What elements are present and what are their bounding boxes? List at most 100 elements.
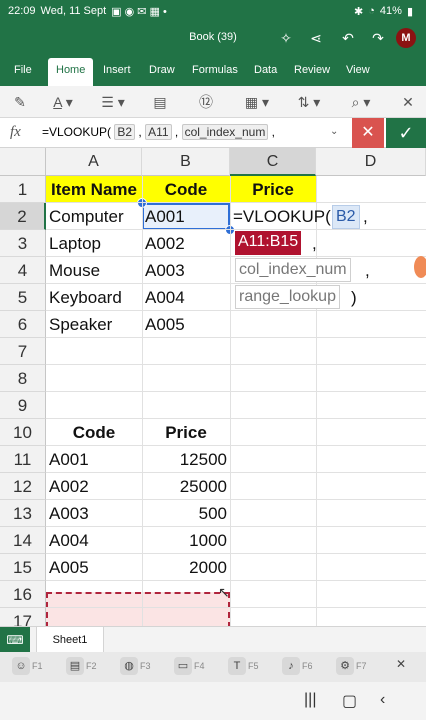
cell-a14[interactable]: A004 <box>46 527 92 554</box>
tab-view[interactable]: View <box>346 64 370 76</box>
row-header[interactable]: 11 <box>0 446 46 473</box>
cell-c1[interactable]: Price <box>230 176 316 203</box>
fkey-f7[interactable]: ⚙ F7 <box>336 657 367 675</box>
cell-a5[interactable]: Keyboard <box>46 284 125 311</box>
cell-a2[interactable]: Computer <box>46 203 127 230</box>
confirm-button[interactable]: ✓ <box>386 118 426 148</box>
align-icon[interactable]: ☰ ▾ <box>96 93 130 111</box>
cell-a3[interactable]: Laptop <box>46 230 104 257</box>
row-header[interactable]: 1 <box>0 176 46 203</box>
row-header[interactable]: 3 <box>0 230 46 257</box>
row-gridline <box>46 553 426 554</box>
sort-filter-icon[interactable]: ⇅ ▾ <box>292 93 326 111</box>
select-all-corner[interactable] <box>0 148 46 176</box>
formula-close-paren: ) <box>351 288 357 307</box>
tab-data[interactable]: Data <box>254 64 277 76</box>
row-header[interactable]: 15 <box>0 554 46 581</box>
find-icon[interactable]: ⌕ ▾ <box>344 93 378 111</box>
cell-b3[interactable]: A002 <box>142 230 188 257</box>
cell-b14[interactable]: 1000 <box>142 527 230 554</box>
row-gridline <box>46 580 426 581</box>
cell-a6[interactable]: Speaker <box>46 311 115 338</box>
row-header[interactable]: 5 <box>0 284 46 311</box>
fkey-f4[interactable]: ▭ F4 <box>174 657 205 675</box>
cell-a1[interactable]: Item Name <box>46 176 142 203</box>
cell-b15[interactable]: 2000 <box>142 554 230 581</box>
tab-home[interactable]: Home <box>48 58 94 86</box>
row-header[interactable]: 9 <box>0 392 46 419</box>
row-gridline <box>46 607 426 608</box>
fkey-f5[interactable]: T F5 <box>228 657 259 675</box>
row-header[interactable]: 2 <box>0 203 46 230</box>
cell-a10[interactable]: Code <box>46 419 142 446</box>
cell-b2[interactable]: A001 <box>142 203 188 230</box>
row-header[interactable]: 4 <box>0 257 46 284</box>
number-format-icon[interactable]: ⑫ <box>192 93 220 111</box>
cell-b4[interactable]: A003 <box>142 257 188 284</box>
cell-a4[interactable]: Mouse <box>46 257 103 284</box>
column-header-a[interactable]: A <box>46 148 142 176</box>
tab-insert[interactable]: Insert <box>103 64 131 76</box>
column-header-d[interactable]: D <box>316 148 426 176</box>
tab-review[interactable]: Review <box>294 64 330 76</box>
conditional-format-icon[interactable]: ▦ ▾ <box>240 93 274 111</box>
tab-file[interactable]: File <box>14 64 32 76</box>
cell-a15[interactable]: A005 <box>46 554 92 581</box>
cell-b10[interactable]: Price <box>142 419 230 446</box>
fkey-f2[interactable]: ▤ F2 <box>66 657 97 675</box>
cell-b12[interactable]: 25000 <box>142 473 230 500</box>
row-header[interactable]: 12 <box>0 473 46 500</box>
spreadsheet-grid[interactable]: A B C D 1 2 3 4 5 6 7 8 9 10 11 12 13 14 15 16 17 Item N… <box>0 148 426 626</box>
font-color-icon[interactable]: A ▾ <box>46 93 80 111</box>
row-header[interactable]: 16 <box>0 581 46 608</box>
lightbulb-icon[interactable]: ✧ <box>276 28 296 48</box>
sheet-tab[interactable]: Sheet1 <box>36 627 104 653</box>
row-header[interactable]: 8 <box>0 365 46 392</box>
row-header[interactable]: 14 <box>0 527 46 554</box>
column-header-c[interactable]: C <box>230 148 316 176</box>
recents-icon[interactable]: ||| <box>304 691 316 709</box>
format-painter-icon[interactable]: ✎ <box>6 93 34 111</box>
cell-a12[interactable]: A002 <box>46 473 92 500</box>
fkey-f6[interactable]: ♪ F6 <box>282 657 313 675</box>
formula-input[interactable]: =VLOOKUP( B2 , A11 , col_index_num , <box>42 124 275 140</box>
home-icon[interactable]: ▢ <box>342 691 357 711</box>
cancel-button[interactable]: ✕ <box>352 118 384 148</box>
formula-sep: , <box>174 125 179 139</box>
keyboard-icon[interactable]: ⌨ <box>0 627 30 653</box>
fkey-f3[interactable]: ◍ F3 <box>120 657 151 675</box>
formula-prefix: =VLOOKUP( <box>42 125 112 139</box>
row-header[interactable]: 10 <box>0 419 46 446</box>
tab-formulas[interactable]: Formulas <box>192 64 238 76</box>
ribbon-tabs: File Home Insert Draw Formulas Data Revi… <box>0 54 426 86</box>
cell-b5[interactable]: A004 <box>142 284 188 311</box>
tab-draw[interactable]: Draw <box>149 64 175 76</box>
fkey-f1[interactable]: ☺ F1 <box>12 657 43 675</box>
cell-a11[interactable]: A001 <box>46 446 92 473</box>
cell-b11[interactable]: 12500 <box>142 446 230 473</box>
row-header[interactable]: 6 <box>0 311 46 338</box>
redo-icon[interactable]: ↷ <box>368 28 388 48</box>
cell-b13[interactable]: 500 <box>142 500 230 527</box>
wrap-text-icon[interactable]: ▤ <box>146 93 174 111</box>
chevron-down-icon[interactable]: ⌄ <box>330 126 338 137</box>
avatar[interactable]: M <box>396 28 416 48</box>
cell-a13[interactable]: A003 <box>46 500 92 527</box>
row-header[interactable]: 7 <box>0 338 46 365</box>
undo-icon[interactable]: ↶ <box>338 28 358 48</box>
row-header[interactable]: 17 <box>0 608 46 626</box>
document-title: Book (39) <box>189 31 237 43</box>
formula-ref-lookup: B2 <box>332 205 360 229</box>
share-icon[interactable]: ⋖ <box>306 28 326 48</box>
wifi-icon: ◔ <box>368 5 375 17</box>
formula-ref-table: A11:B15 <box>235 231 302 255</box>
close-icon[interactable]: ✕ <box>396 657 406 671</box>
back-icon[interactable]: ‹ <box>380 691 385 709</box>
edge-handle[interactable] <box>414 256 426 278</box>
cell-b1[interactable]: Code <box>142 176 230 203</box>
cell-b6[interactable]: A005 <box>142 311 188 338</box>
column-header-b[interactable]: B <box>142 148 230 176</box>
cell-c2-formula-prefix[interactable]: =VLOOKUP( <box>230 203 334 230</box>
row-header[interactable]: 13 <box>0 500 46 527</box>
close-ribbon-icon[interactable]: ✕ <box>394 93 422 111</box>
